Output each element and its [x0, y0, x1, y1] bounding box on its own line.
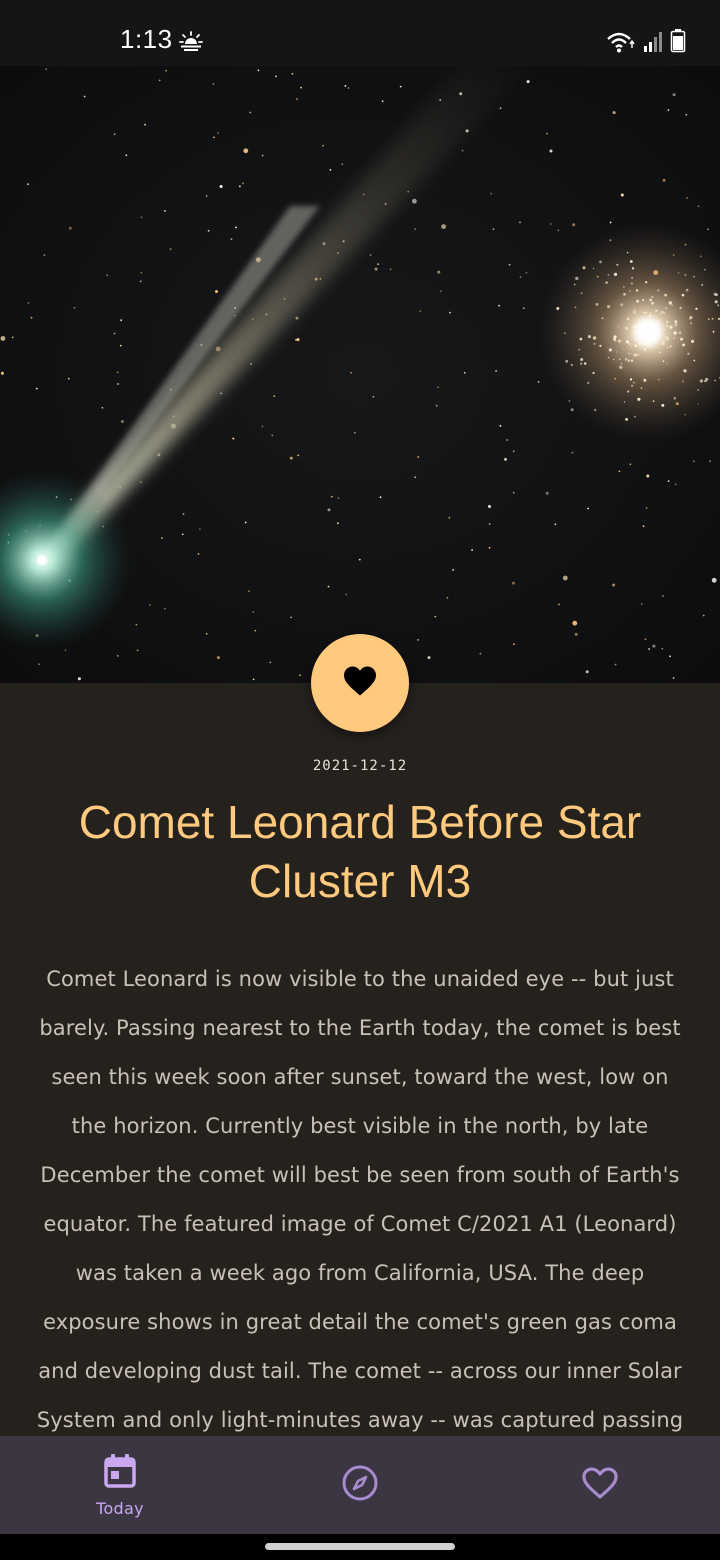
status-time: 1:13	[120, 24, 173, 54]
signal-icon	[642, 31, 664, 53]
apod-content: 2021-12-12 Comet Leonard Before Star Clu…	[0, 683, 720, 1436]
nav-item-today[interactable]: Today	[0, 1436, 240, 1534]
battery-icon	[670, 29, 686, 53]
wifi-icon	[606, 31, 636, 53]
nav-label-today: Today	[96, 1498, 144, 1518]
calendar-icon	[103, 1453, 137, 1493]
nav-item-favorites[interactable]	[480, 1436, 720, 1534]
apod-date: 2021-12-12	[312, 758, 408, 774]
screen: 1:13 2021-12-12 Comet Leonard Before Sta…	[0, 0, 720, 1560]
status-bar: 1:13	[0, 0, 720, 66]
heart-icon	[342, 665, 378, 701]
status-icons	[606, 27, 686, 53]
favorite-button[interactable]	[311, 634, 409, 732]
nav-item-explore[interactable]	[240, 1436, 480, 1534]
partly-sunny-icon	[178, 30, 204, 52]
gesture-bar	[0, 1534, 720, 1560]
compass-icon	[341, 1464, 379, 1506]
apod-title: Comet Leonard Before Star Cluster M3	[78, 796, 642, 907]
home-gesture-handle[interactable]	[265, 1543, 455, 1550]
heart-outline-icon	[581, 1466, 619, 1504]
apod-explanation: Comet Leonard is now visible to the unai…	[36, 967, 684, 1432]
apod-image[interactable]	[0, 66, 720, 683]
bottom-navigation: Today	[0, 1436, 720, 1534]
